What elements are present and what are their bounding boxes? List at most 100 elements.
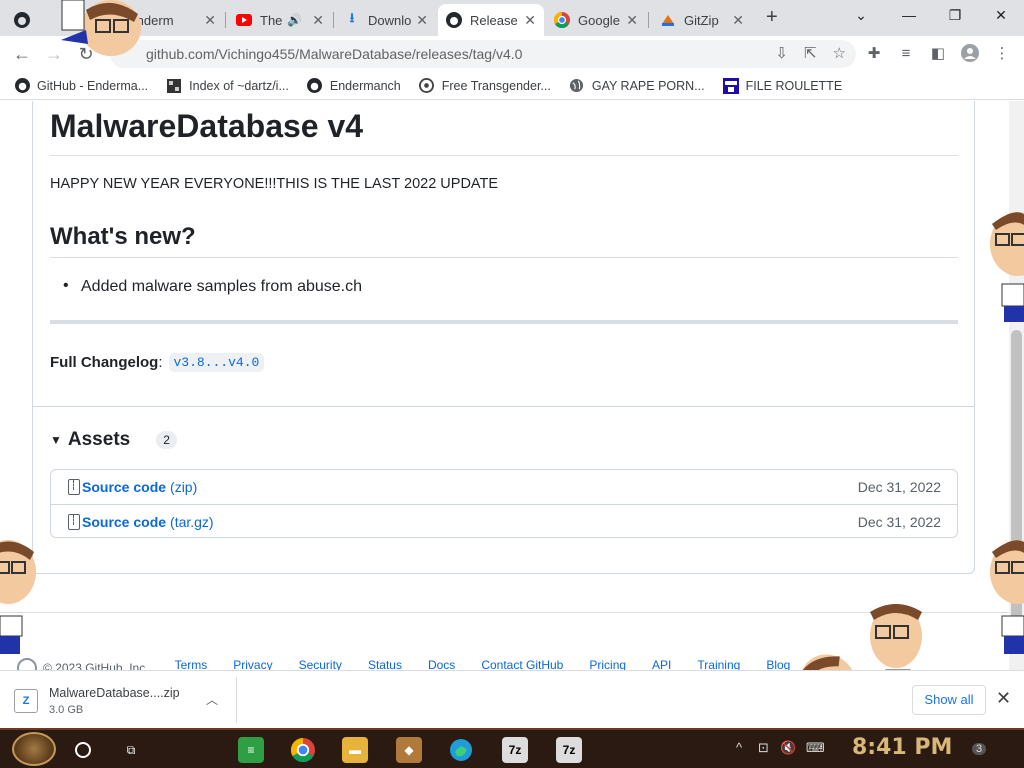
- release-card: MalwareDatabase v4 HAPPY NEW YEAR EVERYO…: [32, 101, 975, 574]
- divider: [50, 155, 958, 156]
- notification-center-icon[interactable]: 3: [972, 740, 987, 755]
- 7zip-app-icon[interactable]: 7z: [556, 737, 582, 763]
- footer-link-api[interactable]: API: [652, 658, 671, 670]
- tab-releases[interactable]: Release ✕: [438, 4, 544, 36]
- tab-github-pinned[interactable]: [6, 4, 50, 36]
- close-download-bar-button[interactable]: ✕: [996, 688, 1011, 709]
- start-button-icon[interactable]: [12, 732, 56, 766]
- tab-strip: Enderm ✕ The 🔊 ✕ ⭳ Downlo ✕ Release ✕ Go…: [0, 0, 1024, 36]
- tab-separator: [225, 12, 226, 28]
- bookmark-item[interactable]: Endermanch: [307, 78, 401, 94]
- notification-count: 3: [972, 743, 987, 755]
- share-icon[interactable]: ⇱: [804, 44, 817, 62]
- extensions-puzzle-icon[interactable]: ✚: [864, 44, 884, 64]
- tab-close-icon[interactable]: ✕: [204, 12, 216, 29]
- tab-close-icon[interactable]: ✕: [626, 12, 638, 29]
- task-view-icon[interactable]: ⧉: [118, 737, 144, 763]
- install-app-icon[interactable]: ⇩: [775, 44, 788, 62]
- pinned-app-icon[interactable]: ◆: [396, 737, 422, 763]
- divider: [236, 677, 237, 723]
- new-tab-button[interactable]: +: [766, 6, 778, 29]
- profile-avatar-icon[interactable]: [960, 44, 980, 64]
- tab-google[interactable]: Google ✕: [546, 4, 646, 36]
- cortana-icon[interactable]: [70, 737, 96, 763]
- github-icon: [14, 78, 30, 94]
- show-all-button[interactable]: Show all: [912, 685, 986, 715]
- zip-file-icon: Z: [14, 689, 38, 713]
- chrome-app-icon[interactable]: [290, 737, 316, 763]
- assets-heading: Assets: [67, 429, 131, 450]
- release-message: HAPPY NEW YEAR EVERYONE!!!THIS IS THE LA…: [50, 176, 499, 192]
- tab-search-chevron-icon[interactable]: ⌄: [838, 4, 884, 26]
- clock[interactable]: 8:41 PM: [852, 735, 952, 760]
- footer-link-status[interactable]: Status: [368, 658, 402, 670]
- 7zip-app-icon[interactable]: 7z: [502, 737, 528, 763]
- tab-close-icon[interactable]: ✕: [416, 12, 428, 29]
- restore-button[interactable]: ❐: [932, 4, 978, 26]
- asset-link[interactable]: Source code: [82, 479, 166, 495]
- roulette-icon: [722, 77, 739, 94]
- github-icon: [14, 12, 30, 28]
- divider: [50, 257, 958, 258]
- footer-link-terms[interactable]: Terms: [175, 658, 208, 670]
- footer-link-contact[interactable]: Contact GitHub: [481, 658, 563, 670]
- tab-youtube[interactable]: The 🔊 ✕: [228, 4, 332, 36]
- kebab-menu-icon[interactable]: ⋮: [992, 44, 1012, 64]
- bookmark-item[interactable]: Index of ~dartz/i...: [166, 78, 289, 94]
- mascot-character-icon: [61, 0, 141, 56]
- keyboard-icon[interactable]: ⌨: [806, 740, 825, 756]
- url-text: github.com/Vichingo455/MalwareDatabase/r…: [146, 46, 523, 62]
- globe-icon: [569, 78, 585, 94]
- close-window-button[interactable]: ✕: [978, 4, 1024, 26]
- taskbar: ⧉ ≡ ▬ ◆ 7z 7z ^ ⊡ 🔇 ⌨ 8:41 PM 3: [0, 728, 1024, 768]
- bookmark-item[interactable]: Free Transgender...: [419, 78, 551, 94]
- asset-row[interactable]: Source code (zip) Dec 31, 2022: [51, 470, 957, 504]
- asset-row[interactable]: Source code (tar.gz) Dec 31, 2022: [51, 504, 957, 538]
- footer-link-privacy[interactable]: Privacy: [233, 658, 272, 670]
- file-explorer-icon[interactable]: ▬: [342, 737, 368, 763]
- page-viewport: MalwareDatabase v4 HAPPY NEW YEAR EVERYO…: [0, 101, 1024, 670]
- footer-copyright: © 2023 GitHub, Inc.: [17, 658, 149, 670]
- omnibox-actions: ⇩ ⇱ ☆: [775, 44, 846, 62]
- volume-muted-icon[interactable]: 🔇: [780, 740, 796, 756]
- chevron-up-icon[interactable]: ︿: [206, 691, 218, 708]
- bookmark-star-icon[interactable]: ☆: [833, 44, 846, 62]
- changelog-compare-link[interactable]: v3.8...v4.0: [168, 353, 265, 372]
- network-icon[interactable]: ⊡: [758, 740, 769, 756]
- minimize-button[interactable]: —: [886, 4, 932, 26]
- footer-link-blog[interactable]: Blog: [766, 658, 790, 670]
- tab-gitzip[interactable]: GitZip ✕: [652, 4, 752, 36]
- browser-toolbar: ← → ↻ github.com/Vichingo455/MalwareData…: [0, 36, 1024, 72]
- tab-close-icon[interactable]: ✕: [524, 12, 536, 29]
- divider: [33, 406, 974, 407]
- bookmark-item[interactable]: GAY RAPE PORN...: [569, 78, 705, 94]
- tab-close-icon[interactable]: ✕: [732, 12, 744, 29]
- changelog-label: Full Changelog: [50, 354, 159, 371]
- github-logo-icon: [17, 658, 37, 670]
- footer-link-docs[interactable]: Docs: [428, 658, 455, 670]
- footer-link-training[interactable]: Training: [697, 658, 740, 670]
- footer-link-security[interactable]: Security: [299, 658, 342, 670]
- side-panel-icon[interactable]: ◧: [928, 44, 948, 64]
- bookmark-item[interactable]: GitHub - Enderma...: [14, 78, 148, 94]
- tab-downloads[interactable]: ⭳ Downlo ✕: [336, 4, 436, 36]
- download-item[interactable]: Z MalwareDatabase....zip 3.0 GB: [14, 679, 236, 723]
- horizontal-rule: [50, 320, 958, 324]
- asset-link[interactable]: Source code: [82, 514, 166, 530]
- download-size: 3.0 GB: [49, 704, 84, 716]
- audio-playing-icon[interactable]: 🔊: [287, 13, 302, 27]
- address-bar[interactable]: github.com/Vichingo455/MalwareDatabase/r…: [110, 40, 856, 68]
- edge-app-icon[interactable]: [448, 737, 474, 763]
- sheets-app-icon[interactable]: ≡: [238, 737, 264, 763]
- mascot-character-icon: [990, 212, 1024, 322]
- tray-overflow-icon[interactable]: ^: [736, 740, 742, 755]
- media-queue-icon[interactable]: ≡: [896, 44, 916, 64]
- bookmark-item[interactable]: FILE ROULETTE: [722, 77, 842, 94]
- file-zip-icon: [68, 513, 80, 530]
- download-filename: MalwareDatabase....zip: [49, 686, 180, 700]
- assets-toggle[interactable]: ▼ Assets 2: [50, 429, 177, 451]
- footer-link-pricing[interactable]: Pricing: [589, 658, 626, 670]
- asset-date: Dec 31, 2022: [857, 479, 941, 495]
- back-arrow-icon[interactable]: ←: [10, 42, 34, 66]
- tab-close-icon[interactable]: ✕: [312, 12, 324, 29]
